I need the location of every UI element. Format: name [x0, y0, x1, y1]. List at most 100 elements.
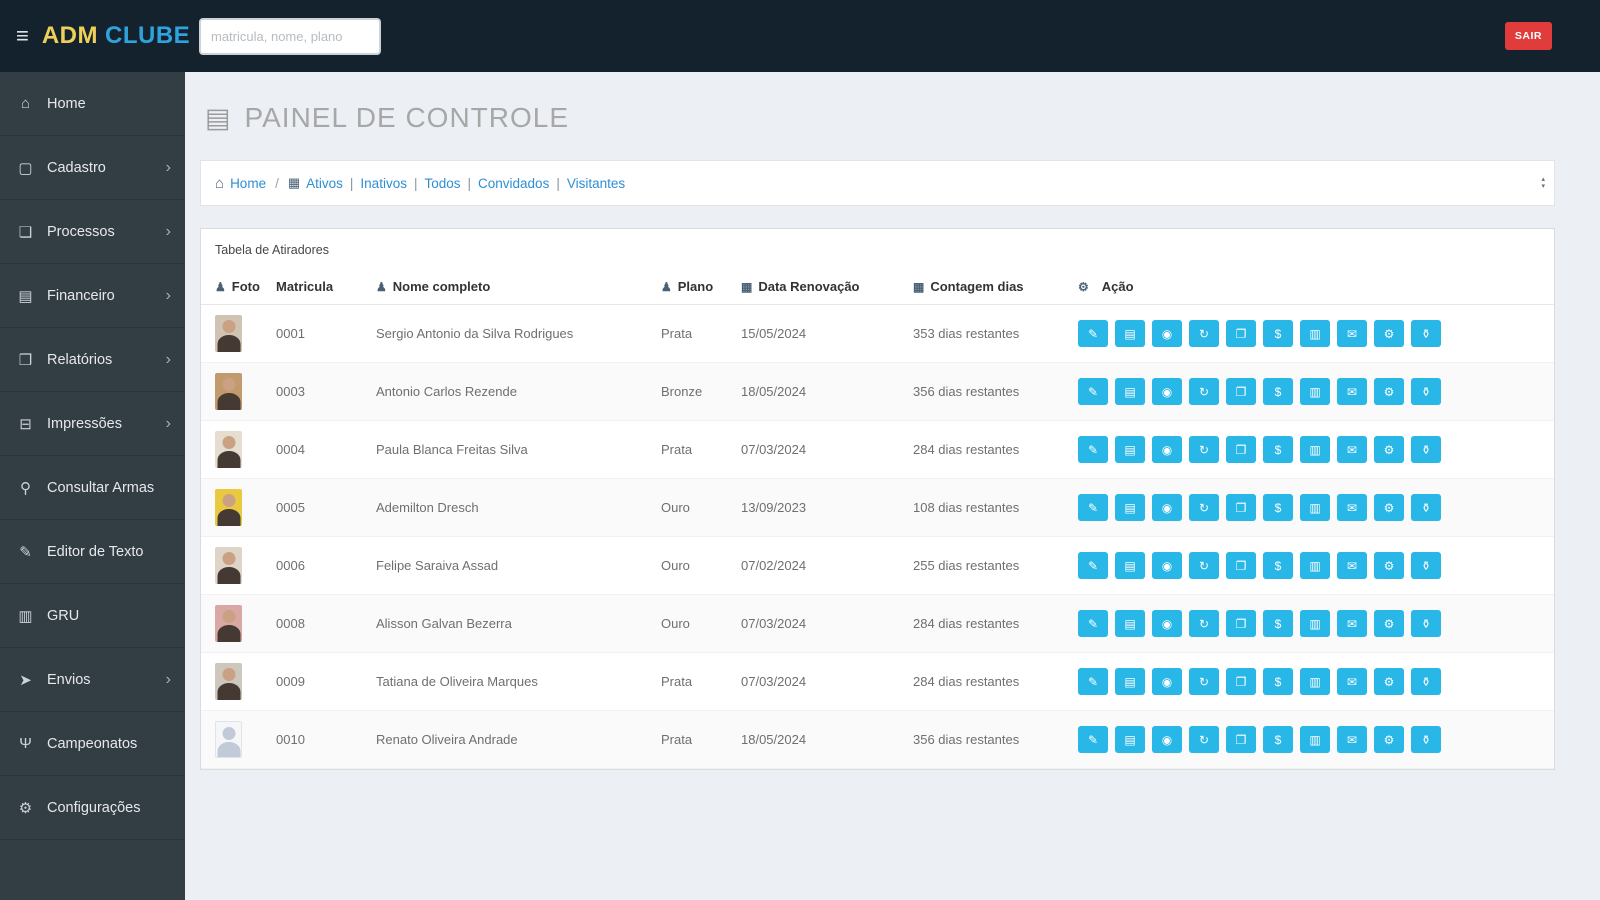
- breadcrumb-filter-ativos[interactable]: Ativos: [306, 176, 343, 191]
- breadcrumb-filter-todos[interactable]: Todos: [424, 176, 460, 191]
- action-wrench-button[interactable]: ⚙: [1374, 378, 1404, 405]
- action-dollar-button[interactable]: $: [1263, 494, 1293, 521]
- action-id-card-button[interactable]: ▤: [1115, 494, 1145, 521]
- action-photo-button[interactable]: ◉: [1152, 668, 1182, 695]
- action-wrench-button[interactable]: ⚙: [1374, 552, 1404, 579]
- hamburger-menu-icon[interactable]: ≡: [16, 25, 29, 47]
- sidebar-item-impressoes[interactable]: ⊟Impressões›: [0, 392, 185, 456]
- action-address-book-button[interactable]: ❐: [1226, 552, 1256, 579]
- action-photo-button[interactable]: ◉: [1152, 552, 1182, 579]
- action-wrench-button[interactable]: ⚙: [1374, 610, 1404, 637]
- action-refresh-button[interactable]: ↻: [1189, 610, 1219, 637]
- action-envelope-button[interactable]: ✉: [1337, 320, 1367, 347]
- action-envelope-button[interactable]: ✉: [1337, 668, 1367, 695]
- action-address-book-button[interactable]: ❐: [1226, 668, 1256, 695]
- action-refresh-button[interactable]: ↻: [1189, 552, 1219, 579]
- action-trash-button[interactable]: ⚱: [1411, 726, 1441, 753]
- search-input[interactable]: [199, 18, 381, 55]
- action-refresh-button[interactable]: ↻: [1189, 668, 1219, 695]
- action-document-button[interactable]: ▥: [1300, 726, 1330, 753]
- action-wrench-button[interactable]: ⚙: [1374, 320, 1404, 347]
- action-envelope-button[interactable]: ✉: [1337, 436, 1367, 463]
- action-envelope-button[interactable]: ✉: [1337, 726, 1367, 753]
- breadcrumb-filter-inativos[interactable]: Inativos: [360, 176, 407, 191]
- sidebar-item-configuracoes[interactable]: ⚙Configurações: [0, 776, 185, 840]
- action-dollar-button[interactable]: $: [1263, 552, 1293, 579]
- action-trash-button[interactable]: ⚱: [1411, 610, 1441, 637]
- action-id-card-button[interactable]: ▤: [1115, 552, 1145, 579]
- sidebar-item-cadastro[interactable]: ▢Cadastro›: [0, 136, 185, 200]
- sidebar-item-consultar-armas[interactable]: ⚲Consultar Armas: [0, 456, 185, 520]
- action-document-button[interactable]: ▥: [1300, 320, 1330, 347]
- breadcrumb-filter-convidados[interactable]: Convidados: [478, 176, 549, 191]
- sidebar-item-campeonatos[interactable]: ΨCampeonatos: [0, 712, 185, 776]
- action-photo-button[interactable]: ◉: [1152, 436, 1182, 463]
- action-id-card-button[interactable]: ▤: [1115, 378, 1145, 405]
- action-trash-button[interactable]: ⚱: [1411, 378, 1441, 405]
- sidebar-item-processos[interactable]: ❏Processos›: [0, 200, 185, 264]
- action-edit-button[interactable]: ✎: [1078, 726, 1108, 753]
- action-address-book-button[interactable]: ❐: [1226, 610, 1256, 637]
- action-edit-button[interactable]: ✎: [1078, 494, 1108, 521]
- action-address-book-button[interactable]: ❐: [1226, 378, 1256, 405]
- action-edit-button[interactable]: ✎: [1078, 436, 1108, 463]
- action-edit-button[interactable]: ✎: [1078, 668, 1108, 695]
- action-refresh-button[interactable]: ↻: [1189, 726, 1219, 753]
- action-refresh-button[interactable]: ↻: [1189, 320, 1219, 347]
- action-photo-button[interactable]: ◉: [1152, 726, 1182, 753]
- logout-button[interactable]: SAIR: [1505, 22, 1552, 50]
- action-document-button[interactable]: ▥: [1300, 610, 1330, 637]
- action-edit-button[interactable]: ✎: [1078, 378, 1108, 405]
- app-logo[interactable]: ADMCLUBE: [42, 22, 190, 50]
- action-envelope-button[interactable]: ✉: [1337, 552, 1367, 579]
- action-id-card-button[interactable]: ▤: [1115, 726, 1145, 753]
- sidebar-item-financeiro[interactable]: ▤Financeiro›: [0, 264, 185, 328]
- action-envelope-button[interactable]: ✉: [1337, 378, 1367, 405]
- action-id-card-button[interactable]: ▤: [1115, 436, 1145, 463]
- action-trash-button[interactable]: ⚱: [1411, 436, 1441, 463]
- action-edit-button[interactable]: ✎: [1078, 610, 1108, 637]
- action-refresh-button[interactable]: ↻: [1189, 494, 1219, 521]
- action-dollar-button[interactable]: $: [1263, 378, 1293, 405]
- action-edit-button[interactable]: ✎: [1078, 552, 1108, 579]
- action-id-card-button[interactable]: ▤: [1115, 610, 1145, 637]
- sidebar-item-gru[interactable]: ▥GRU: [0, 584, 185, 648]
- action-wrench-button[interactable]: ⚙: [1374, 726, 1404, 753]
- action-document-button[interactable]: ▥: [1300, 668, 1330, 695]
- action-envelope-button[interactable]: ✉: [1337, 494, 1367, 521]
- action-dollar-button[interactable]: $: [1263, 726, 1293, 753]
- action-trash-button[interactable]: ⚱: [1411, 320, 1441, 347]
- breadcrumb-filter-visitantes[interactable]: Visitantes: [567, 176, 625, 191]
- action-trash-button[interactable]: ⚱: [1411, 668, 1441, 695]
- action-document-button[interactable]: ▥: [1300, 436, 1330, 463]
- action-address-book-button[interactable]: ❐: [1226, 726, 1256, 753]
- sidebar-item-editor-de-texto[interactable]: ✎Editor de Texto: [0, 520, 185, 584]
- sidebar-item-relatorios[interactable]: ❒Relatórios›: [0, 328, 185, 392]
- action-dollar-button[interactable]: $: [1263, 668, 1293, 695]
- action-refresh-button[interactable]: ↻: [1189, 378, 1219, 405]
- sidebar-item-home[interactable]: ⌂Home: [0, 72, 185, 136]
- action-address-book-button[interactable]: ❐: [1226, 494, 1256, 521]
- breadcrumb-home-link[interactable]: Home: [230, 176, 266, 191]
- action-edit-button[interactable]: ✎: [1078, 320, 1108, 347]
- action-dollar-button[interactable]: $: [1263, 610, 1293, 637]
- action-wrench-button[interactable]: ⚙: [1374, 436, 1404, 463]
- action-id-card-button[interactable]: ▤: [1115, 320, 1145, 347]
- action-wrench-button[interactable]: ⚙: [1374, 668, 1404, 695]
- action-id-card-button[interactable]: ▤: [1115, 668, 1145, 695]
- action-dollar-button[interactable]: $: [1263, 320, 1293, 347]
- action-refresh-button[interactable]: ↻: [1189, 436, 1219, 463]
- scroll-spinner[interactable]: ▴ ▾: [1541, 176, 1545, 190]
- action-document-button[interactable]: ▥: [1300, 552, 1330, 579]
- action-trash-button[interactable]: ⚱: [1411, 494, 1441, 521]
- action-photo-button[interactable]: ◉: [1152, 378, 1182, 405]
- action-trash-button[interactable]: ⚱: [1411, 552, 1441, 579]
- action-photo-button[interactable]: ◉: [1152, 320, 1182, 347]
- action-document-button[interactable]: ▥: [1300, 378, 1330, 405]
- action-wrench-button[interactable]: ⚙: [1374, 494, 1404, 521]
- sidebar-item-envios[interactable]: ➤Envios›: [0, 648, 185, 712]
- action-document-button[interactable]: ▥: [1300, 494, 1330, 521]
- action-photo-button[interactable]: ◉: [1152, 494, 1182, 521]
- action-address-book-button[interactable]: ❐: [1226, 320, 1256, 347]
- action-dollar-button[interactable]: $: [1263, 436, 1293, 463]
